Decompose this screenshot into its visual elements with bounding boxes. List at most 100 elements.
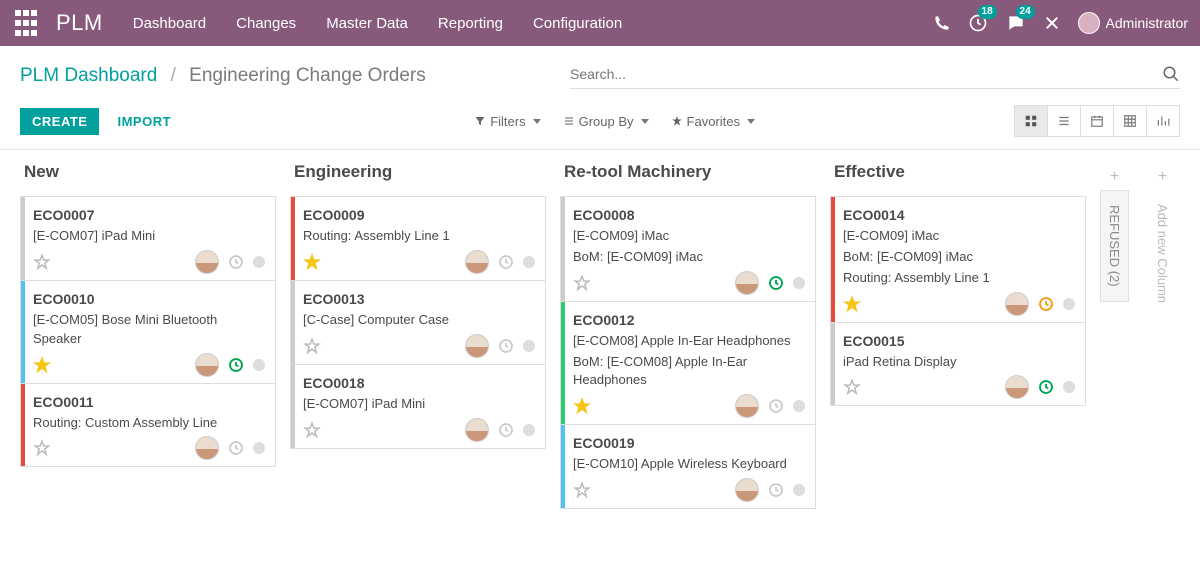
view-graph[interactable] — [1146, 105, 1180, 137]
assignee-avatar[interactable] — [735, 478, 759, 502]
top-nav: PLM Dashboard Changes Master Data Report… — [0, 0, 1200, 46]
phone-icon[interactable] — [934, 15, 950, 31]
card-title: ECO0011 — [33, 394, 265, 410]
card-title: ECO0012 — [573, 312, 805, 328]
favorites-button[interactable]: Favorites — [671, 114, 755, 129]
status-stripe — [561, 425, 565, 508]
nav-item-reporting[interactable]: Reporting — [438, 15, 503, 32]
view-list[interactable] — [1047, 105, 1081, 137]
assignee-avatar[interactable] — [195, 353, 219, 377]
state-dot[interactable] — [523, 256, 535, 268]
search-icon[interactable] — [1162, 65, 1180, 83]
kanban-card[interactable]: ECO0012[E-COM08] Apple In-Ear Headphones… — [560, 301, 816, 426]
messages-button[interactable]: 24 — [1006, 13, 1026, 33]
state-dot[interactable] — [793, 277, 805, 289]
state-dot[interactable] — [523, 424, 535, 436]
kanban-card[interactable]: ECO0011Routing: Custom Assembly Line — [20, 383, 276, 468]
groupby-button[interactable]: Group By — [563, 114, 649, 129]
breadcrumb-root[interactable]: PLM Dashboard — [20, 65, 157, 86]
kanban-card[interactable]: ECO0014[E-COM09] iMacBoM: [E-COM09] iMac… — [830, 196, 1086, 323]
close-icon[interactable] — [1044, 15, 1060, 31]
activity-icon[interactable] — [767, 397, 785, 415]
activity-icon[interactable] — [1037, 378, 1055, 396]
kanban-card[interactable]: ECO0007[E-COM07] iPad Mini — [20, 196, 276, 281]
activity-icon[interactable] — [227, 356, 245, 374]
nav-item-dashboard[interactable]: Dashboard — [133, 15, 206, 32]
activity-icon[interactable] — [227, 253, 245, 271]
activity-icon[interactable] — [1037, 295, 1055, 313]
nav-item-changes[interactable]: Changes — [236, 15, 296, 32]
user-menu[interactable]: Administrator — [1078, 12, 1188, 34]
column-title[interactable]: Re-tool Machinery — [560, 162, 816, 182]
column-title[interactable]: Engineering — [290, 162, 546, 182]
star-icon[interactable] — [573, 274, 591, 292]
state-dot[interactable] — [253, 442, 265, 454]
kanban-card[interactable]: ECO0009Routing: Assembly Line 1 — [290, 196, 546, 281]
kanban-card[interactable]: ECO0018[E-COM07] iPad Mini — [290, 364, 546, 449]
activity-icon[interactable] — [227, 439, 245, 457]
status-stripe — [291, 197, 295, 280]
star-icon[interactable] — [303, 337, 321, 355]
column-title[interactable]: Effective — [830, 162, 1086, 182]
card-line: Routing: Assembly Line 1 — [303, 227, 535, 246]
brand: PLM — [56, 10, 103, 36]
star-icon[interactable] — [573, 397, 591, 415]
collapsed-column[interactable]: REFUSED (2) — [1100, 190, 1129, 302]
column-title[interactable]: New — [20, 162, 276, 182]
activity-icon[interactable] — [497, 337, 515, 355]
assignee-avatar[interactable] — [1005, 292, 1029, 316]
state-dot[interactable] — [793, 400, 805, 412]
status-stripe — [21, 384, 25, 467]
view-pivot[interactable] — [1113, 105, 1147, 137]
messages-badge: 24 — [1016, 5, 1035, 19]
kanban-card[interactable]: ECO0008[E-COM09] iMacBoM: [E-COM09] iMac — [560, 196, 816, 302]
activity-icon[interactable] — [767, 274, 785, 292]
assignee-avatar[interactable] — [195, 436, 219, 460]
filters-button[interactable]: Filters — [474, 114, 540, 129]
state-dot[interactable] — [1063, 298, 1075, 310]
state-dot[interactable] — [1063, 381, 1075, 393]
control-panel: PLM Dashboard / Engineering Change Order… — [0, 46, 1200, 137]
star-icon[interactable] — [303, 421, 321, 439]
star-icon[interactable] — [843, 378, 861, 396]
create-button[interactable]: CREATE — [20, 108, 99, 135]
assignee-avatar[interactable] — [465, 250, 489, 274]
status-stripe — [831, 323, 835, 406]
search-field[interactable] — [570, 62, 1180, 89]
import-button[interactable]: IMPORT — [117, 114, 171, 129]
view-calendar[interactable] — [1080, 105, 1114, 137]
assignee-avatar[interactable] — [735, 271, 759, 295]
star-icon[interactable] — [33, 253, 51, 271]
activities-button[interactable]: 18 — [968, 13, 988, 33]
add-column-button[interactable]: Add new Column — [1149, 190, 1176, 317]
card-line: Routing: Assembly Line 1 — [843, 269, 1075, 288]
star-icon[interactable] — [573, 481, 591, 499]
state-dot[interactable] — [793, 484, 805, 496]
activity-icon[interactable] — [497, 421, 515, 439]
apps-icon[interactable] — [12, 9, 40, 37]
star-icon[interactable] — [843, 295, 861, 313]
kanban-card[interactable]: ECO0019[E-COM10] Apple Wireless Keyboard — [560, 424, 816, 509]
nav-item-configuration[interactable]: Configuration — [533, 15, 622, 32]
state-dot[interactable] — [523, 340, 535, 352]
assignee-avatar[interactable] — [465, 334, 489, 358]
kanban-column: New ECO0007[E-COM07] iPad MiniECO0010[E-C… — [20, 162, 276, 573]
assignee-avatar[interactable] — [1005, 375, 1029, 399]
assignee-avatar[interactable] — [195, 250, 219, 274]
star-icon[interactable] — [33, 439, 51, 457]
star-icon[interactable] — [303, 253, 321, 271]
assignee-avatar[interactable] — [465, 418, 489, 442]
kanban-card[interactable]: ECO0013[C-Case] Computer Case — [290, 280, 546, 365]
assignee-avatar[interactable] — [735, 394, 759, 418]
state-dot[interactable] — [253, 256, 265, 268]
kanban-card[interactable]: ECO0015iPad Retina Display — [830, 322, 1086, 407]
view-kanban[interactable] — [1014, 105, 1048, 137]
search-input[interactable] — [570, 62, 1162, 86]
add-column-plus-icon[interactable]: + — [1149, 162, 1176, 190]
kanban-card[interactable]: ECO0010[E-COM05] Bose Mini Bluetooth Spe… — [20, 280, 276, 384]
nav-item-masterdata[interactable]: Master Data — [326, 15, 408, 32]
activity-icon[interactable] — [767, 481, 785, 499]
activity-icon[interactable] — [497, 253, 515, 271]
star-icon[interactable] — [33, 356, 51, 374]
state-dot[interactable] — [253, 359, 265, 371]
